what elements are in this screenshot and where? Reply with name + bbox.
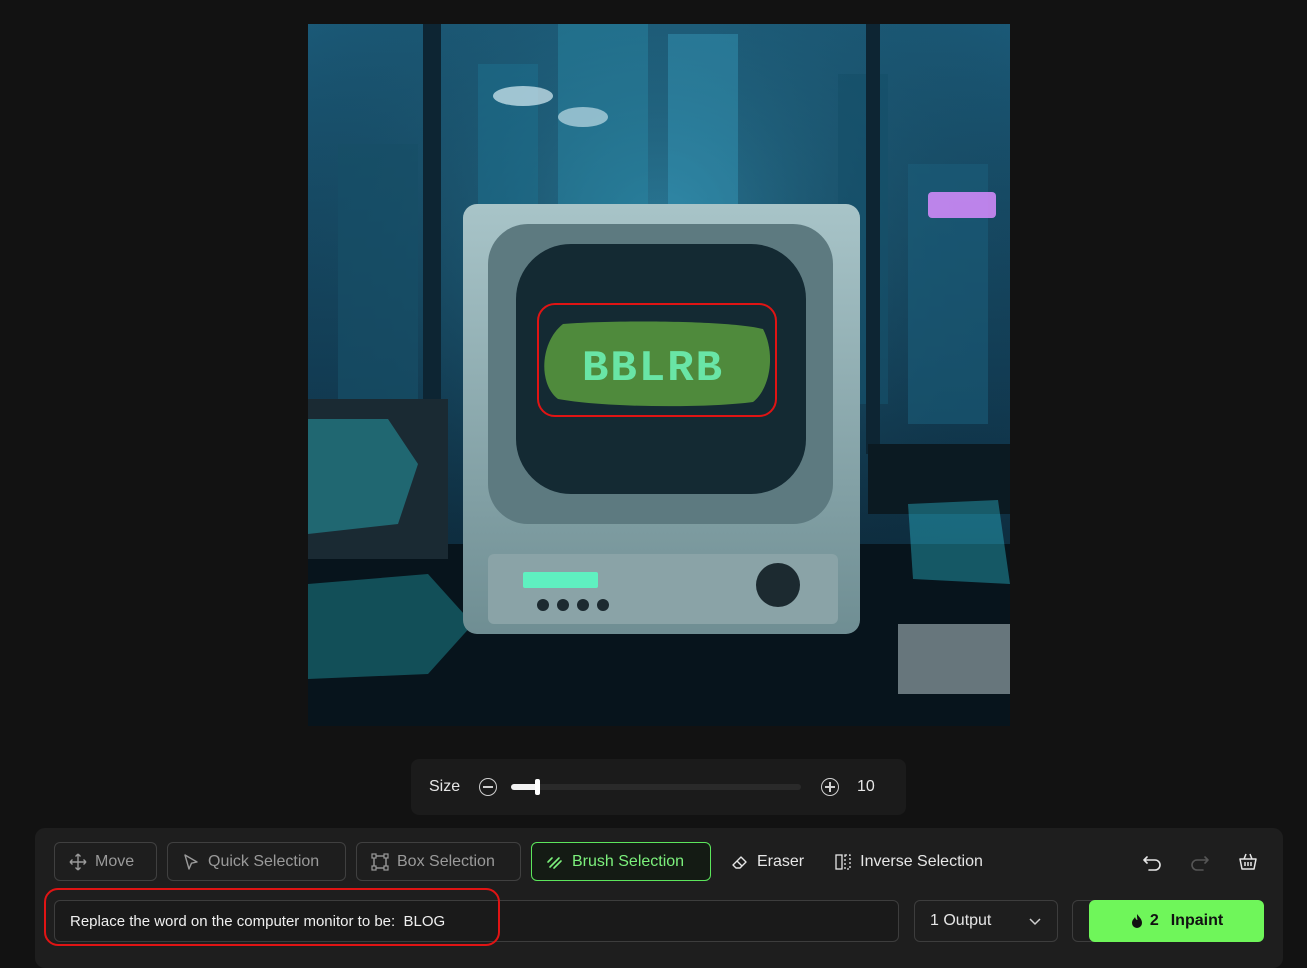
box-selection-icon xyxy=(371,852,389,871)
slider-fill xyxy=(511,784,538,790)
increase-size-icon[interactable] xyxy=(821,778,839,796)
decrease-size-icon[interactable] xyxy=(479,778,497,796)
inverse-selection-button[interactable]: Inverse Selection xyxy=(824,842,993,881)
size-value: 10 xyxy=(857,778,875,795)
quick-selection-button[interactable]: Quick Selection xyxy=(167,842,346,881)
flame-icon xyxy=(1131,914,1142,928)
prompt-input[interactable] xyxy=(70,912,883,930)
output-count-select[interactable]: 1 Output xyxy=(914,900,1058,942)
size-slider[interactable] xyxy=(511,779,801,795)
selection-toolbar: Move Quick Selection Box Selection Brush… xyxy=(54,842,993,881)
canvas-image: BBLRB xyxy=(308,24,1010,726)
size-label: Size xyxy=(429,778,461,795)
image-canvas[interactable]: BBLRB xyxy=(308,24,1010,726)
chevron-down-icon xyxy=(1029,918,1041,926)
eraser-icon xyxy=(732,855,747,869)
undo-icon[interactable] xyxy=(1141,850,1163,872)
editor-panel: Move Quick Selection Box Selection Brush… xyxy=(35,828,1283,968)
move-button[interactable]: Move xyxy=(54,842,157,881)
inverse-selection-label: Inverse Selection xyxy=(860,852,983,870)
brush-size-bar: Size 10 xyxy=(411,759,906,815)
eraser-button[interactable]: Eraser xyxy=(721,842,814,881)
brush-selection-label: Brush Selection xyxy=(572,852,685,870)
eraser-label: Eraser xyxy=(757,852,805,870)
prompt-field[interactable] xyxy=(54,900,899,942)
box-selection-label: Box Selection xyxy=(397,852,495,870)
history-controls xyxy=(1141,850,1259,872)
brush-selection-button[interactable]: Brush Selection xyxy=(531,842,711,881)
inpaint-label: Inpaint xyxy=(1170,912,1224,929)
inpaint-button[interactable]: 2 Inpaint xyxy=(1089,900,1264,942)
inverse-selection-icon xyxy=(835,853,851,870)
box-selection-button[interactable]: Box Selection xyxy=(356,842,521,881)
move-label: Move xyxy=(95,852,135,870)
redo-icon[interactable] xyxy=(1189,850,1211,872)
brush-icon xyxy=(547,856,562,869)
move-icon xyxy=(69,853,87,870)
inpaint-credit-count: 2 xyxy=(1149,912,1159,929)
cursor-arrow-icon xyxy=(184,853,198,870)
clear-basket-icon[interactable] xyxy=(1237,850,1259,872)
output-count-value: 1 Output xyxy=(930,912,992,929)
slider-handle[interactable] xyxy=(535,779,540,795)
monitor-screen-text: BBLRB xyxy=(582,344,724,394)
quick-selection-label: Quick Selection xyxy=(208,852,320,870)
